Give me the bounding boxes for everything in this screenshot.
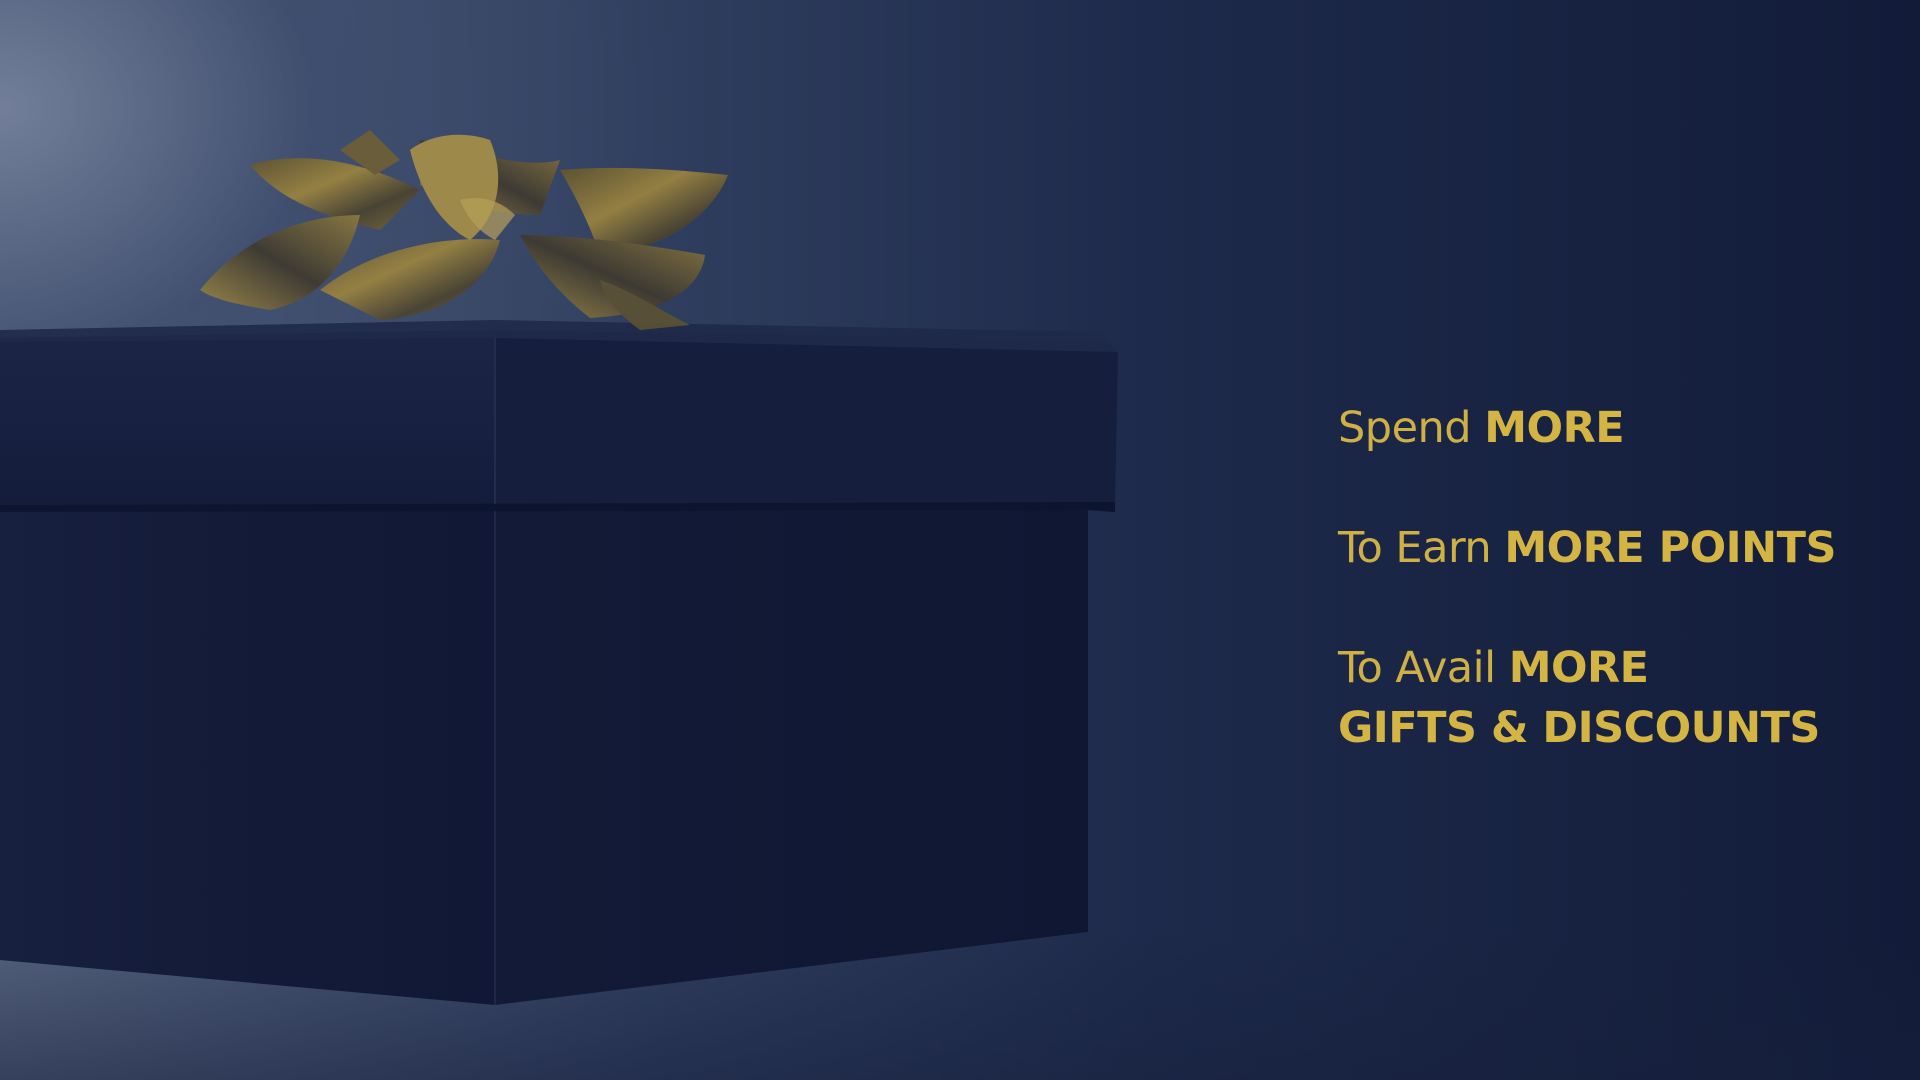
promo-line-avail-emphasis: MORE: [1508, 643, 1649, 693]
box-side-face: [495, 505, 1088, 1005]
promo-line-earn-emphasis: MORE POINTS: [1504, 523, 1836, 573]
promo-line-avail-emphasis-2: GIFTS & DISCOUNTS: [1338, 703, 1820, 753]
promo-banner: Spend MORE To Earn MORE POINTS To Avail …: [0, 0, 1920, 1080]
gold-bow: [200, 130, 728, 330]
promo-line-earn-lead: To Earn: [1338, 523, 1505, 573]
promo-copy: Spend MORE To Earn MORE POINTS To Avail …: [1338, 398, 1898, 758]
promo-line-avail-lead: To Avail: [1338, 643, 1509, 693]
promo-line-earn: To Earn MORE POINTS: [1338, 518, 1898, 578]
box-lid-front: [0, 330, 495, 508]
box-lid-side: [495, 330, 1118, 508]
gift-box-icon: [0, 130, 1118, 1005]
promo-line-spend-emphasis: MORE: [1484, 403, 1625, 453]
box-front-face: [0, 505, 495, 1005]
promo-line-spend-lead: Spend: [1338, 403, 1485, 453]
promo-line-spend: Spend MORE: [1338, 398, 1898, 458]
promo-line-avail: To Avail MORE GIFTS & DISCOUNTS: [1338, 638, 1898, 758]
